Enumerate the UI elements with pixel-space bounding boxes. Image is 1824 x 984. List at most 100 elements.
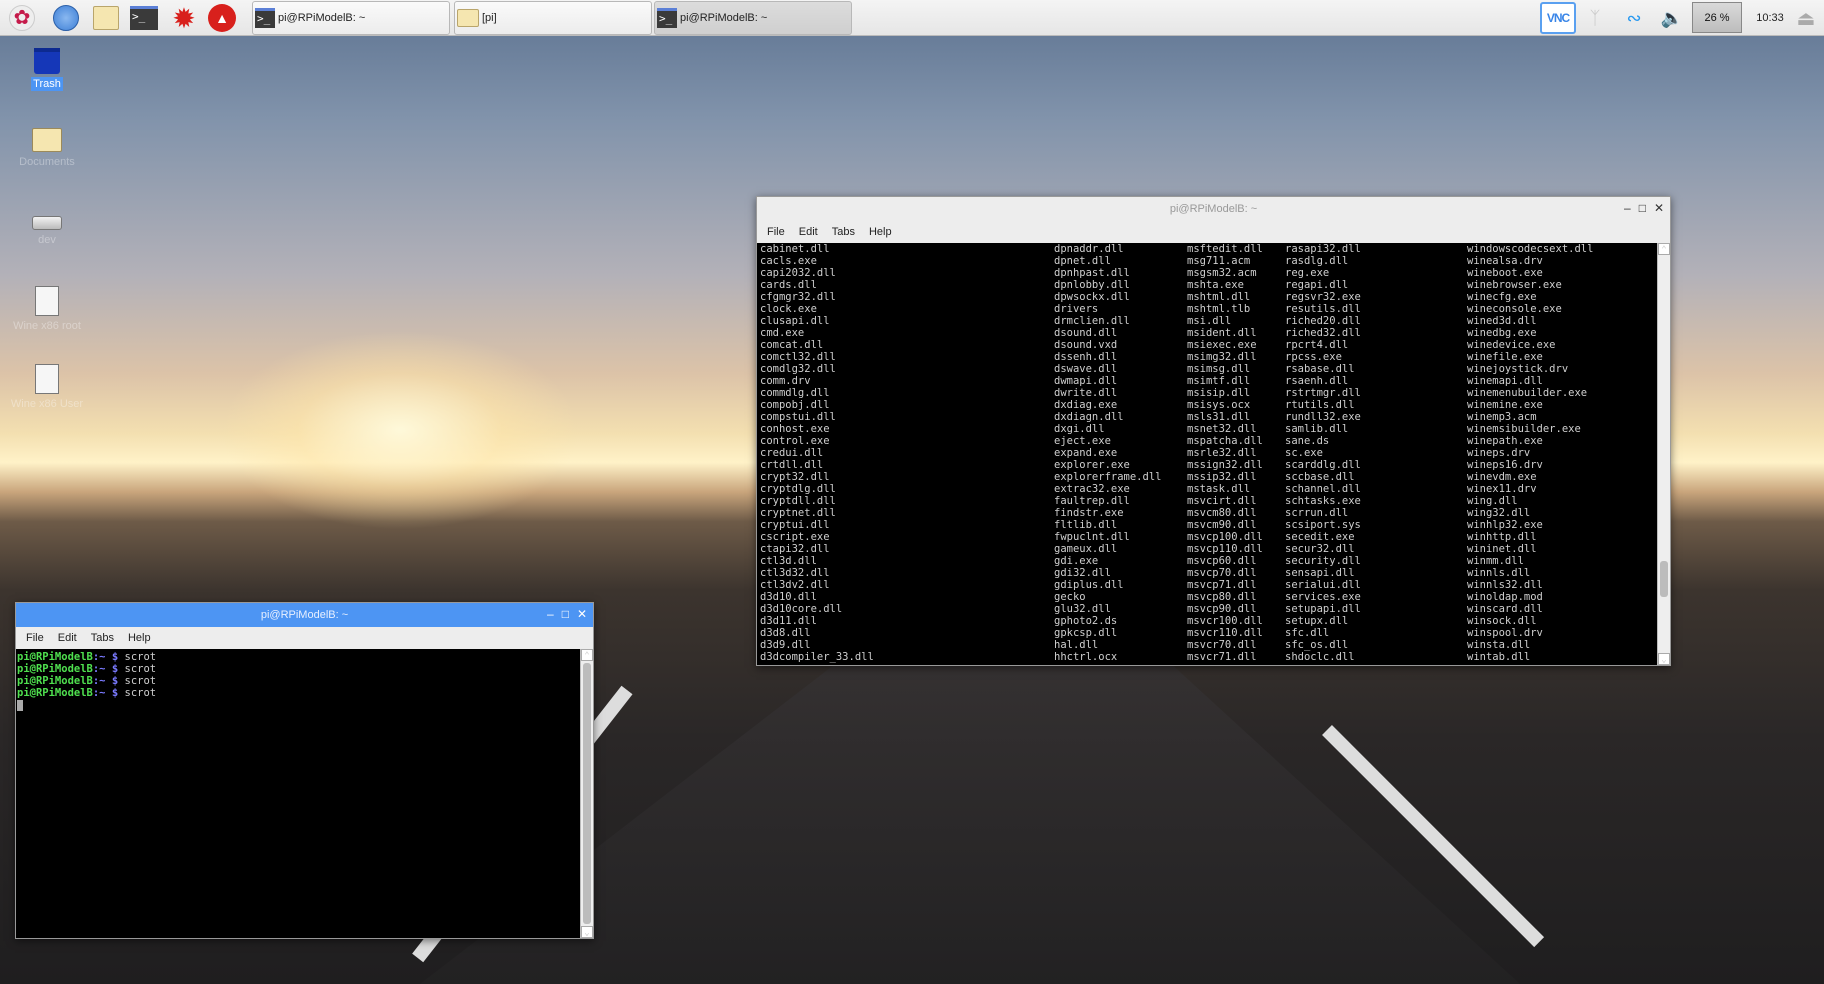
file-entry: msvcp60.dll	[1187, 555, 1257, 567]
scrollbar-thumb[interactable]	[1660, 561, 1668, 598]
task-label: pi@RPiModelB: ~	[680, 12, 768, 24]
menu-tabs[interactable]: Tabs	[91, 632, 114, 644]
file-entry: rpcrt4.dll	[1285, 339, 1349, 351]
menu-tabs[interactable]: Tabs	[832, 226, 855, 238]
desktop-icon-wine-x86-user[interactable]: Wine x86 User	[7, 364, 87, 410]
terminal-icon[interactable]: >_	[129, 3, 159, 33]
file-entry: msident.dll	[1187, 327, 1257, 339]
file-entry: d3d10.dll	[760, 591, 817, 603]
file-entry: winedbg.exe	[1467, 327, 1537, 339]
file-entry: comcat.dll	[760, 339, 824, 351]
maximize-button[interactable]: □	[562, 607, 569, 621]
menu-edit[interactable]: Edit	[58, 632, 77, 644]
menu-edit[interactable]: Edit	[799, 226, 818, 238]
file-entry: msisys.ocx	[1187, 399, 1251, 411]
file-entry: setupx.dll	[1285, 615, 1349, 627]
close-button[interactable]: ✕	[577, 607, 587, 621]
prompt-user: pi@RPiModelB	[17, 663, 93, 675]
terminal-output[interactable]: ⌃ ⌄ cabinet.dll cacls.exe capi2032.dll cards…	[757, 243, 1670, 665]
scrollbar[interactable]: ⌃ ⌄	[580, 649, 593, 938]
file-entry: mshtml.dll	[1187, 291, 1251, 303]
minimize-button[interactable]: ‒	[1624, 201, 1631, 215]
desktop-icon-documents[interactable]: Documents	[7, 128, 87, 168]
clock-time: 10:33	[1756, 12, 1784, 24]
file-entry: msg711.acm	[1187, 255, 1251, 267]
file-entry: msi.dll	[1187, 315, 1232, 327]
scroll-up-button[interactable]: ⌃	[1658, 243, 1670, 255]
file-entry: dsound.vxd	[1054, 339, 1118, 351]
terminal-output[interactable]: ⌃ ⌄ pi@RPiModelB:~ $ scrot pi@RPiModelB:~ …	[16, 649, 593, 938]
file-entry: cards.dll	[760, 279, 817, 291]
task-button-file-manager[interactable]: [pi]	[454, 1, 652, 35]
file-entry: d3d9.dll	[760, 639, 811, 651]
wolfram-icon[interactable]: ▲	[207, 3, 237, 33]
scroll-down-button[interactable]: ⌄	[581, 926, 593, 938]
file-entry: clusapi.dll	[760, 315, 830, 327]
desktop-icon-trash[interactable]: Trash	[7, 48, 87, 91]
file-entry: rundll32.exe	[1285, 411, 1361, 423]
file-entry: msls31.dll	[1187, 411, 1251, 423]
raspberry-menu-icon[interactable]: ✿	[7, 3, 37, 33]
file-entry: wininet.dll	[1467, 543, 1537, 555]
prompt-path: :~	[92, 675, 106, 687]
desktop-icon-wine-x86-root[interactable]: Wine x86 root	[7, 286, 87, 332]
file-entry: drivers	[1054, 303, 1099, 315]
cursor	[17, 700, 23, 711]
file-entry: dpnhpast.dll	[1054, 267, 1130, 279]
file-entry: winecfg.exe	[1467, 291, 1537, 303]
file-entry: regapi.dll	[1285, 279, 1349, 291]
file-entry: ctl3d32.dll	[760, 567, 830, 579]
bluetooth-icon[interactable]: ᛉ	[1583, 2, 1607, 34]
window-titlebar[interactable]: pi@RPiModelB: ~ ‒ □ ✕	[757, 197, 1670, 221]
wifi-icon[interactable]: ∾	[1620, 2, 1648, 34]
file-entry: cryptdll.dll	[760, 495, 836, 507]
file-entry: winemsibuilder.exe	[1467, 423, 1581, 435]
scroll-down-button[interactable]: ⌄	[1658, 653, 1670, 665]
file-entry: winevdm.exe	[1467, 471, 1537, 483]
file-entry: serialui.dll	[1285, 579, 1361, 591]
scrollbar[interactable]: ⌃ ⌄	[1657, 243, 1670, 665]
scroll-up-button[interactable]: ⌃	[581, 649, 593, 661]
file-entry: shdoclc.dll	[1285, 651, 1355, 663]
window-title: pi@RPiModelB: ~	[260, 609, 349, 621]
task-button-terminal[interactable]: >_ pi@RPiModelB: ~	[252, 1, 450, 35]
vnc-icon[interactable]: VNC	[1540, 2, 1576, 34]
wine-shortcut-icon	[35, 364, 59, 394]
maximize-button[interactable]: □	[1639, 201, 1646, 215]
file-entry: schtasks.exe	[1285, 495, 1361, 507]
desktop-icon-dev[interactable]: dev	[7, 206, 87, 246]
eject-icon[interactable]: ⏏	[1793, 2, 1819, 34]
file-entry: rpcss.exe	[1285, 351, 1342, 363]
mathematica-icon[interactable]: ✹	[169, 3, 199, 34]
file-entry: commdlg.dll	[760, 387, 830, 399]
file-entry: setupapi.dll	[1285, 603, 1361, 615]
menu-help[interactable]: Help	[128, 632, 151, 644]
scrollbar-thumb[interactable]	[583, 663, 591, 924]
prompt-line: pi@RPiModelB:~ $ scrot	[17, 675, 592, 687]
menu-file[interactable]: File	[767, 226, 785, 238]
file-entry: msvcirt.dll	[1187, 495, 1257, 507]
desktop-icon-label: Wine x86 root	[13, 320, 81, 332]
file-entry: dxdiagn.dll	[1054, 411, 1124, 423]
file-entry: ctapi32.dll	[760, 543, 830, 555]
volume-icon[interactable]: 🔈	[1658, 2, 1686, 34]
file-entry: d3d8.dll	[760, 627, 811, 639]
file-entry: clock.exe	[760, 303, 817, 315]
file-manager-icon[interactable]	[91, 3, 121, 33]
clock[interactable]: 10:33	[1750, 2, 1790, 34]
file-entry: eject.exe	[1054, 435, 1111, 447]
file-entry: winejoystick.drv	[1467, 363, 1569, 375]
menu-help[interactable]: Help	[869, 226, 892, 238]
file-entry: riched20.dll	[1285, 315, 1361, 327]
minimize-button[interactable]: ‒	[547, 607, 554, 621]
close-button[interactable]: ✕	[1654, 201, 1664, 215]
window-titlebar[interactable]: pi@RPiModelB: ~ ‒ □ ✕	[16, 603, 593, 627]
menu-file[interactable]: File	[26, 632, 44, 644]
web-browser-icon[interactable]	[51, 3, 81, 33]
wine-shortcut-icon	[35, 286, 59, 316]
terminal-icon: >_	[657, 8, 677, 28]
file-entry: cabinet.dll	[760, 243, 830, 255]
desktop-icon-label: Trash	[31, 77, 63, 91]
file-entry: comctl32.dll	[760, 351, 836, 363]
task-button-terminal-active[interactable]: >_ pi@RPiModelB: ~	[654, 1, 852, 35]
